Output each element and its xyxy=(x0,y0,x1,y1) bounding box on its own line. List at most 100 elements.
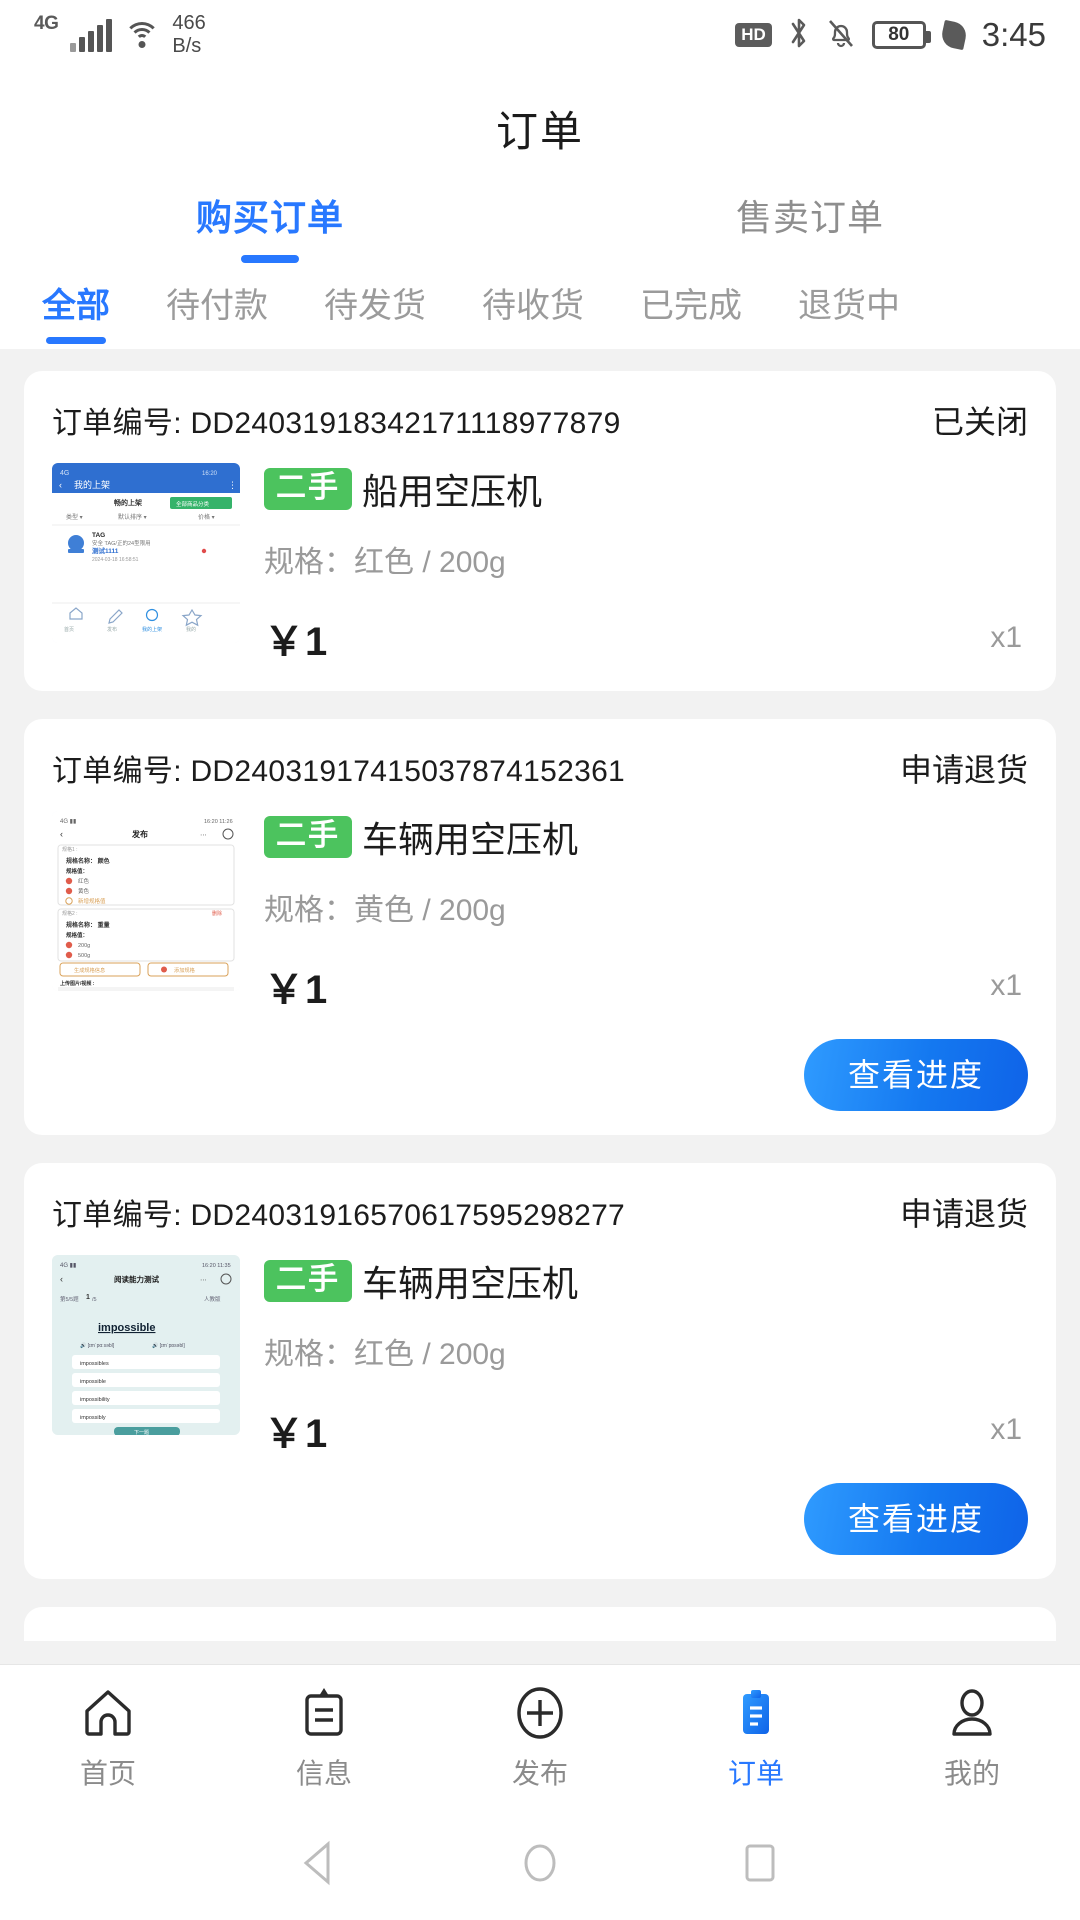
svg-text:‹: ‹ xyxy=(59,480,62,490)
tab-active-indicator xyxy=(241,255,299,263)
order-card-body: 4G 16:20 我的上架 ‹ ⋮ 畅的上架 全部商品分类 类型 ▾ 默认排序 … xyxy=(52,463,1028,667)
person-icon xyxy=(943,1684,1001,1742)
plus-circle-icon xyxy=(511,1684,569,1742)
order-status: 申请退货 xyxy=(899,752,1028,788)
android-system-bar xyxy=(0,1810,1080,1920)
svg-text:规格值：: 规格值： xyxy=(66,931,88,939)
product-price: ￥1 xyxy=(264,968,329,1012)
product-price: ￥1 xyxy=(264,1412,329,1456)
product-quantity: x1 xyxy=(990,969,1022,1002)
svg-text:impossibles: impossibles xyxy=(80,1361,109,1367)
product-name: 船用空压机 xyxy=(362,471,543,512)
price-row: ￥1 x1 xyxy=(264,957,1028,1015)
svg-text:4G ▮▮: 4G ▮▮ xyxy=(60,1263,76,1269)
filter-tab-completed-label: 已完成 xyxy=(640,287,742,325)
order-number: 订单编号: DD24031917415037874152361 xyxy=(52,755,626,788)
nav-item-profile[interactable]: 我的 xyxy=(864,1665,1080,1810)
product-thumbnail[interactable]: 4G ▮▮ 16:20 11:35 ‹ 阅读能力测试 ⋯ 第5/5题 1 /5 … xyxy=(52,1255,240,1435)
status-bar-left: 4G 466 B/s xyxy=(34,12,206,58)
product-thumbnail[interactable]: 4G ▮▮ 16:20 11:26 ‹ 发布 ⋯ 规格1 : 规格名称： 颜色 … xyxy=(52,811,240,991)
tab-purchase-orders-label: 购买订单 xyxy=(195,197,344,238)
svg-text:1: 1 xyxy=(86,1294,90,1301)
tab-sell-orders-label: 售卖订单 xyxy=(735,197,884,238)
product-thumbnail[interactable]: 4G 16:20 我的上架 ‹ ⋮ 畅的上架 全部商品分类 类型 ▾ 默认排序 … xyxy=(52,463,240,643)
svg-text:规格值：: 规格值： xyxy=(66,867,88,875)
view-progress-button[interactable]: 查看进度 xyxy=(803,1039,1028,1111)
second-hand-badge: 二手 xyxy=(264,468,352,510)
back-triangle-icon[interactable] xyxy=(298,1840,342,1891)
order-card[interactable]: 订单编号: DD24031916570617595298277 申请退货 4G … xyxy=(24,1163,1056,1579)
nav-item-messages-label: 信息 xyxy=(295,1757,352,1789)
order-card-actions: 查看进度 xyxy=(52,1039,1028,1111)
battery-level-label: 80 xyxy=(888,24,910,45)
order-list[interactable]: 订单编号: DD24031918342171118977879 已关闭 4G 1… xyxy=(0,349,1080,1664)
filter-tab-completed[interactable]: 已完成 xyxy=(612,278,770,344)
svg-text:删除: 删除 xyxy=(212,910,222,917)
order-card-header: 订单编号: DD24031918342171118977879 已关闭 xyxy=(52,397,1028,443)
order-product-info: 二手 车辆用空压机 规格：黄色 / 200g ￥1 x1 xyxy=(264,811,1028,1015)
product-quantity: x1 xyxy=(990,621,1022,654)
svg-text:首页: 首页 xyxy=(64,626,74,633)
price-row: ￥1 x1 xyxy=(264,609,1028,667)
svg-text:新增规格值: 新增规格值 xyxy=(78,897,106,905)
svg-text:人教版: 人教版 xyxy=(204,1295,221,1303)
filter-tabs[interactable]: 全部 待付款 待发货 待收货 已完成 退货中 xyxy=(0,273,1080,349)
filter-tab-all[interactable]: 全部 xyxy=(14,278,138,344)
order-product-info: 二手 车辆用空压机 规格：红色 / 200g ￥1 x1 xyxy=(264,1255,1028,1459)
filter-tab-returning[interactable]: 退货中 xyxy=(770,278,928,344)
home-circle-icon[interactable] xyxy=(518,1840,562,1891)
svg-text:上传图片/视频 :: 上传图片/视频 : xyxy=(60,980,95,987)
product-name: 车辆用空压机 xyxy=(362,819,579,860)
filter-tab-pending-shipment[interactable]: 待发货 xyxy=(296,278,454,344)
order-status: 申请退货 xyxy=(899,1196,1028,1232)
svg-text:类型 ▾: 类型 ▾ xyxy=(66,513,83,521)
svg-text:impossibility: impossibility xyxy=(80,1397,110,1403)
tab-sell-orders[interactable]: 售卖订单 xyxy=(540,189,1080,273)
product-title-row: 二手 船用空压机 xyxy=(264,463,1028,515)
order-card-header: 订单编号: DD24031917415037874152361 申请退货 xyxy=(52,745,1028,791)
nav-item-orders[interactable]: 订单 xyxy=(648,1665,864,1810)
svg-text:安全 TAG/正的24型限用: 安全 TAG/正的24型限用 xyxy=(92,539,151,547)
svg-text:16:20 11:35: 16:20 11:35 xyxy=(202,1263,231,1269)
filter-tab-pending-receipt-label: 待收货 xyxy=(482,287,584,325)
nav-item-publish-label: 发布 xyxy=(511,1757,568,1789)
nav-item-publish[interactable]: 发布 xyxy=(432,1665,648,1810)
svg-text:测试1111: 测试1111 xyxy=(92,546,119,555)
view-progress-button[interactable]: 查看进度 xyxy=(803,1483,1028,1555)
svg-text:impossible: impossible xyxy=(80,1379,106,1385)
tab-inactive-indicator xyxy=(781,255,839,263)
filter-tab-pending-receipt[interactable]: 待收货 xyxy=(454,278,612,344)
svg-text:黄色: 黄色 xyxy=(78,887,90,895)
svg-text:⋯: ⋯ xyxy=(200,1277,207,1284)
svg-text:我的上架: 我的上架 xyxy=(142,626,162,633)
battery-icon: 80 xyxy=(871,21,931,49)
product-spec: 规格：红色 / 200g xyxy=(264,1338,506,1371)
svg-text:默认排序 ▾: 默认排序 ▾ xyxy=(118,513,147,521)
order-card[interactable]: 订单编号: DD24031918342171118977879 已关闭 4G 1… xyxy=(24,371,1056,691)
order-card[interactable]: 订单编号: DD24031917415037874152361 申请退货 4G … xyxy=(24,719,1056,1135)
order-product-info: 二手 船用空压机 规格：红色 / 200g ￥1 x1 xyxy=(264,463,1028,667)
svg-text:impossibly: impossibly xyxy=(80,1415,106,1421)
svg-text:‹: ‹ xyxy=(60,1274,63,1284)
nav-item-home[interactable]: 首页 xyxy=(0,1665,216,1810)
product-price: ￥1 xyxy=(264,620,329,664)
svg-text:生成规格信息: 生成规格信息 xyxy=(74,966,105,974)
order-card-actions: 查看进度 xyxy=(52,1483,1028,1555)
filter-tab-pending-payment[interactable]: 待付款 xyxy=(138,278,296,344)
order-card-partial[interactable] xyxy=(24,1607,1056,1641)
product-title-row: 二手 车辆用空压机 xyxy=(264,811,1028,863)
top-tabs: 购买订单 售卖订单 xyxy=(0,189,1080,273)
nav-item-orders-label: 订单 xyxy=(727,1757,784,1789)
recents-square-icon[interactable] xyxy=(738,1840,782,1891)
svg-text:4G ▮▮: 4G ▮▮ xyxy=(60,819,76,825)
svg-text:阅读能力测试: 阅读能力测试 xyxy=(114,1274,159,1284)
nav-item-profile-label: 我的 xyxy=(943,1757,1000,1789)
svg-text:impossible: impossible xyxy=(98,1322,155,1334)
order-card-body: 4G ▮▮ 16:20 11:26 ‹ 发布 ⋯ 规格1 : 规格名称： 颜色 … xyxy=(52,811,1028,1015)
signal-bars-icon xyxy=(70,18,113,52)
svg-text:价格 ▾: 价格 ▾ xyxy=(198,513,215,521)
nav-item-messages[interactable]: 信息 xyxy=(216,1665,432,1810)
svg-text:TAG: TAG xyxy=(92,532,105,539)
tab-purchase-orders[interactable]: 购买订单 xyxy=(0,189,540,273)
mute-bell-icon xyxy=(826,17,856,54)
